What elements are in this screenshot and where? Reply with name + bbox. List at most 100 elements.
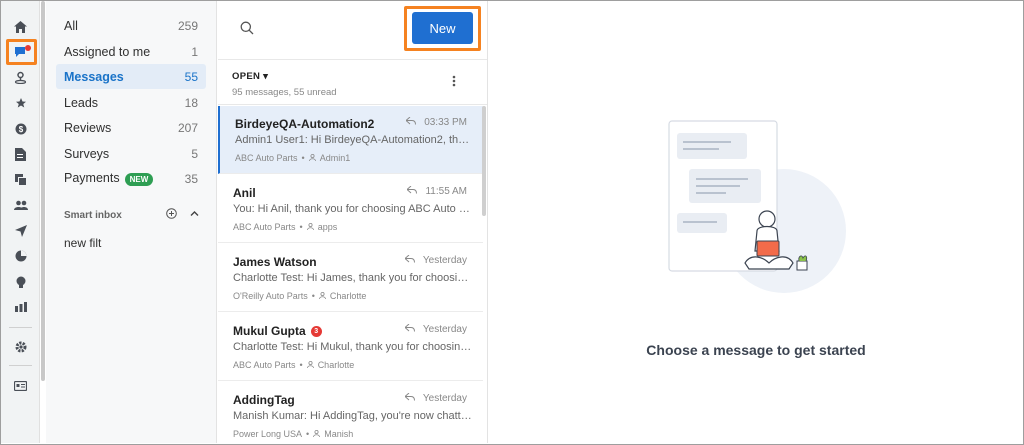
caret-down-icon: ▾ — [263, 71, 269, 82]
folder-label: Leads — [64, 95, 99, 110]
conversation-detail-pane: Choose a message to get started — [489, 1, 1023, 443]
folder-label: Reviews — [64, 120, 112, 135]
conversation-time-wrap: Yesterday — [404, 254, 467, 266]
bar-chart-icon[interactable] — [1, 295, 40, 319]
conversation-time: 03:33 PM — [424, 117, 467, 128]
folder-count: 18 — [184, 95, 198, 110]
smart-filter-item[interactable]: new filt — [64, 236, 101, 250]
pie-chart-icon[interactable] — [1, 244, 40, 268]
folder-payments[interactable]: Payments NEW 35 — [56, 166, 206, 191]
conversation-item[interactable]: Anil 11:55 AM You: Hi Anil, thank you fo… — [218, 175, 483, 243]
user-icon — [308, 153, 316, 163]
new-badge: NEW — [124, 172, 154, 186]
smart-inbox-label: Smart inbox — [64, 210, 122, 221]
user-icon — [306, 360, 314, 370]
rail-divider — [9, 327, 32, 328]
conversation-item[interactable]: AddingTag Yesterday Manish Kumar: Hi Add… — [218, 382, 483, 445]
location-name: Power Long USA — [233, 429, 303, 439]
message-summary: 95 messages, 55 unread — [232, 87, 337, 98]
rail-scrollbar[interactable] — [41, 1, 45, 381]
conversation-item[interactable]: Mukul Gupta 3 Yesterday Charlotte Test: H… — [218, 313, 483, 381]
messages-icon[interactable] — [1, 40, 40, 64]
conversation-time: Yesterday — [422, 324, 467, 335]
copy-icon[interactable] — [1, 168, 40, 192]
status-filter-label: OPEN — [232, 71, 261, 82]
meta-separator: • — [301, 153, 305, 163]
card-icon[interactable] — [1, 374, 40, 398]
folder-label: Messages — [64, 69, 124, 84]
reply-icon — [404, 254, 415, 266]
contacts-icon[interactable] — [1, 193, 40, 217]
message-preview: Charlotte Test: Hi James, thank you for … — [233, 272, 473, 284]
add-filter-icon[interactable] — [166, 208, 177, 222]
conversation-time-wrap: Yesterday — [404, 392, 467, 404]
folder-count: 207 — [177, 120, 198, 135]
notification-dot — [25, 45, 31, 51]
assignee-name: Admin1 — [319, 153, 351, 163]
reply-icon — [404, 392, 415, 404]
document-icon[interactable] — [1, 142, 40, 166]
folder-surveys[interactable]: Surveys 5 — [56, 141, 206, 166]
message-preview: Admin1 User1: Hi BirdeyeQA-Automation2, … — [235, 134, 475, 146]
list-scrollbar[interactable] — [482, 106, 486, 216]
message-preview: You: Hi Anil, thank you for choosing ABC… — [233, 203, 473, 215]
contact-name: BirdeyeQA-Automation2 — [235, 117, 375, 131]
reply-icon — [405, 116, 417, 128]
reply-icon — [406, 185, 418, 197]
folder-label: Payments — [64, 171, 120, 186]
lightbulb-icon[interactable] — [1, 270, 40, 294]
folder-messages[interactable]: Messages 55 — [56, 64, 206, 89]
star-icon[interactable] — [1, 91, 40, 115]
folder-count: 35 — [184, 171, 198, 186]
folder-leads[interactable]: Leads 18 — [56, 90, 206, 115]
contact-name: Mukul Gupta — [233, 324, 306, 338]
folder-label: All — [64, 18, 78, 33]
folder-assigned-to-me[interactable]: Assigned to me 1 — [56, 39, 206, 64]
contact-name-wrap: Mukul Gupta 3 — [233, 324, 322, 338]
folder-label: Assigned to me — [64, 44, 151, 59]
home-icon[interactable] — [1, 15, 40, 39]
meta-separator: • — [299, 360, 303, 370]
conversation-list: New OPEN ▾ 95 messages, 55 unread Birdey… — [218, 1, 488, 443]
location-name: ABC Auto Parts — [233, 360, 296, 370]
unread-count-badge: 3 — [310, 326, 322, 338]
conversation-time: 11:55 AM — [425, 186, 467, 197]
folder-panel: All 259 Assigned to me 1 Messages 55 Lea… — [46, 1, 217, 443]
conversation-time-wrap: Yesterday — [404, 323, 467, 335]
folder-label-wrap: Payments NEW — [64, 171, 154, 186]
new-message-button[interactable]: New — [412, 12, 473, 44]
conversation-item[interactable]: BirdeyeQA-Automation2 03:33 PM Admin1 Us… — [218, 106, 483, 174]
message-preview: Charlotte Test: Hi Mukul, thank you for … — [233, 341, 473, 353]
conversation-item[interactable]: James Watson Yesterday Charlotte Test: H… — [218, 244, 483, 312]
settings-icon[interactable] — [1, 335, 40, 359]
reply-icon — [404, 323, 415, 335]
location-name: ABC Auto Parts — [235, 153, 298, 163]
folder-count: 1 — [191, 44, 198, 59]
assignee-name: Charlotte — [317, 360, 355, 370]
user-icon — [313, 429, 321, 439]
conversation-time: Yesterday — [422, 393, 467, 404]
location-pin-icon[interactable] — [1, 65, 40, 89]
conversation-time: Yesterday — [422, 255, 467, 266]
empty-state-illustration — [668, 120, 846, 293]
search-icon[interactable] — [240, 21, 254, 40]
dollar-icon[interactable]: $ — [1, 117, 40, 141]
meta-separator: • — [311, 291, 315, 301]
icon-rail: $ — [1, 1, 40, 443]
list-header: OPEN ▾ 95 messages, 55 unread — [218, 59, 487, 105]
meta-separator: • — [306, 429, 310, 439]
chevron-up-icon[interactable] — [189, 208, 200, 222]
more-options-icon[interactable] — [452, 74, 456, 92]
conversation-time-wrap: 03:33 PM — [405, 116, 467, 128]
send-icon[interactable] — [1, 219, 40, 243]
folder-count: 55 — [184, 69, 198, 84]
contact-name: AddingTag — [233, 393, 295, 407]
conversation-time-wrap: 11:55 AM — [406, 185, 467, 197]
assignee-name: Charlotte — [329, 291, 367, 301]
folder-label: Surveys — [64, 146, 110, 161]
status-filter-dropdown[interactable]: OPEN ▾ — [232, 71, 268, 82]
folder-all[interactable]: All 259 — [56, 13, 206, 38]
conversation-meta: ABC Auto Parts • apps — [233, 222, 337, 232]
location-name: O'Reilly Auto Parts — [233, 291, 308, 301]
folder-reviews[interactable]: Reviews 207 — [56, 115, 206, 140]
